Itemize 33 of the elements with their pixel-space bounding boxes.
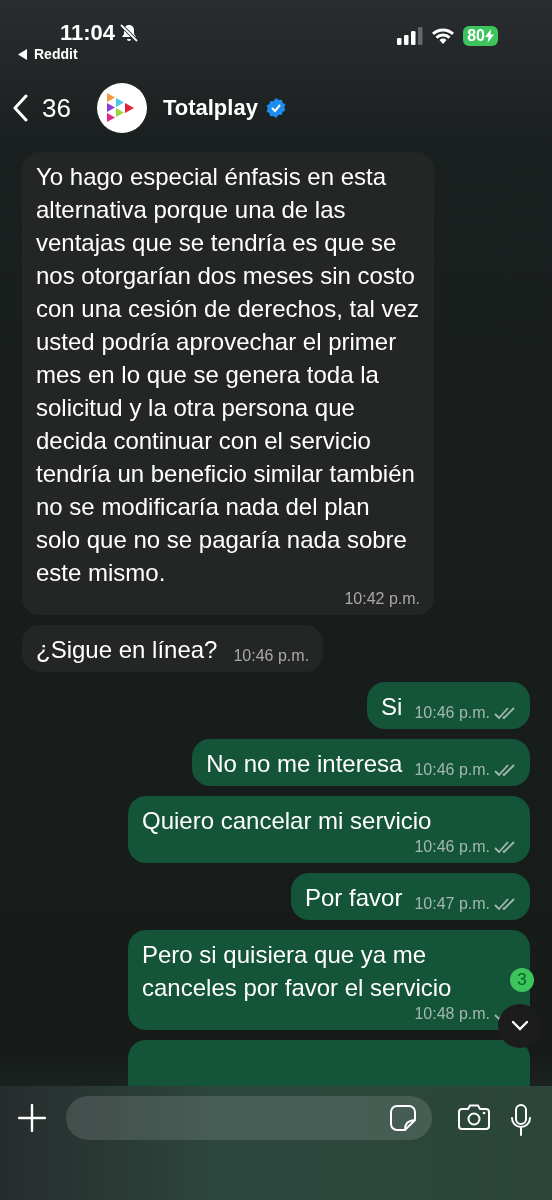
- message-time: 10:46 p.m.: [414, 760, 490, 780]
- battery-indicator: 80: [463, 26, 498, 46]
- clock-time: 11:04: [60, 20, 116, 46]
- message-time: 10:48 p.m.: [414, 1004, 490, 1024]
- message-text: No no me interesa: [206, 749, 403, 779]
- reaction-badge: 3: [510, 968, 534, 992]
- message-time: 10:42 p.m.: [343, 589, 420, 609]
- back-chevron-icon[interactable]: [12, 94, 28, 122]
- message-input-field[interactable]: [66, 1096, 432, 1140]
- message-time: 10:46 p.m.: [414, 837, 490, 857]
- message-text: Quiero cancelar mi servicio: [142, 806, 432, 836]
- message-text: Yo hago especial énfasis en esta alternativa porque una de las ventajas que se tendría es que se nos otorgarían dos meses sin costo con una cesión de derechos, tal vez usted podría aprovechar el primer mes en lo que se genera toda la solicitud y la otra persona que decida continuar con el servicio tendría un beneficio similar también no se modificaría nada del plan solo que no se pagaría nada sobre este mismo.: [36, 162, 420, 588]
- add-icon[interactable]: [18, 1104, 46, 1132]
- message-text: Pero si quisiera que ya me canceles por favor el servicio: [142, 940, 453, 1003]
- signal-icon: [397, 27, 424, 45]
- microphone-icon[interactable]: [510, 1104, 532, 1136]
- back-app-link[interactable]: Reddit: [34, 46, 78, 62]
- message-text: Si: [381, 692, 403, 722]
- message-text: Por favor: [305, 883, 403, 913]
- message-time: 10:47 p.m.: [414, 894, 490, 914]
- back-triangle-icon[interactable]: [18, 48, 28, 60]
- unread-count[interactable]: 36: [42, 92, 71, 124]
- camera-icon[interactable]: [458, 1104, 490, 1130]
- bell-muted-icon: [119, 23, 140, 43]
- contact-avatar[interactable]: [96, 83, 147, 133]
- sticker-icon[interactable]: [390, 1105, 416, 1131]
- message-text: ¿Sigue en línea?: [36, 635, 218, 665]
- chevron-down-icon[interactable]: [511, 1020, 529, 1032]
- message-time: 10:46 p.m.: [414, 703, 490, 723]
- message-time: 10:46 p.m.: [232, 646, 310, 666]
- contact-name[interactable]: Totalplay: [162, 95, 258, 121]
- wifi-icon: [431, 27, 456, 45]
- scroll-down-button[interactable]: [498, 1004, 542, 1048]
